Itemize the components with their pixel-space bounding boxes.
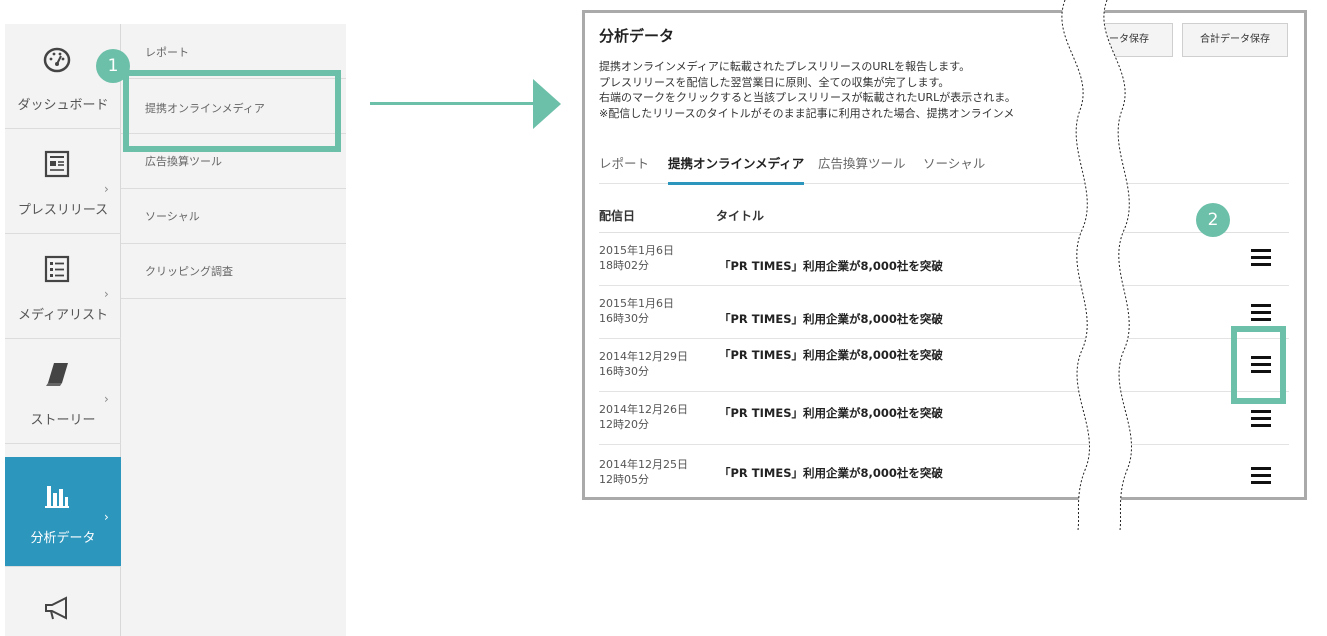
description-text: 提携オンラインメディアに転載されたプレスリリースのURLを報告します。 プレスリ… bbox=[599, 59, 1069, 121]
row-date: 2014年12月26日 bbox=[599, 403, 688, 416]
row-title[interactable]: 「PR TIMES」利用企業が8,000社を突破 bbox=[719, 311, 943, 327]
column-header-title: タイトル bbox=[716, 209, 765, 223]
dashboard-gauge-icon bbox=[43, 47, 71, 73]
sidebar-item-megaphone[interactable] bbox=[5, 567, 121, 636]
sidebar-item-story[interactable]: › ストーリー bbox=[5, 339, 121, 444]
row-date: 2015年1月6日 bbox=[599, 244, 674, 257]
newspaper-icon bbox=[44, 150, 70, 178]
description-line: 右端のマークをクリックすると当該プレスリリースが転載されたURLが表示されま。 bbox=[599, 91, 1016, 104]
row-title[interactable]: 「PR TIMES」利用企業が8,000社を突破 bbox=[719, 347, 943, 363]
row-time: 12時20分 bbox=[599, 418, 649, 431]
table-row: 2014年12月26日 12時20分 「PR TIMES」利用企業が8,000社… bbox=[599, 392, 1289, 445]
row-date: 2014年12月29日 bbox=[599, 350, 688, 363]
wave-break-divider bbox=[1061, 0, 1132, 530]
tab-report[interactable]: レポート bbox=[599, 153, 649, 172]
sidebar-item-label: プレスリリース bbox=[17, 203, 109, 218]
hamburger-menu-icon[interactable] bbox=[1251, 467, 1271, 484]
description-line: 提携オンラインメディアに転載されたプレスリリースのURLを報告します。 bbox=[599, 60, 971, 73]
step-marker-2: 2 bbox=[1196, 203, 1230, 237]
arrow-right-icon bbox=[370, 102, 540, 105]
row-time: 16時30分 bbox=[599, 365, 649, 378]
chevron-right-icon: › bbox=[104, 182, 109, 196]
total-data-save-button[interactable]: 合計データ保存 bbox=[1182, 23, 1288, 57]
sidebar-item-media-list[interactable]: › メディアリスト bbox=[5, 234, 121, 339]
highlight-box-partner-media bbox=[123, 70, 341, 152]
table-row: 2015年1月6日 16時30分 「PR TIMES」利用企業が8,000社を突… bbox=[599, 286, 1289, 339]
table-row: 2014年12月29日 16時30分 「PR TIMES」利用企業が8,000社… bbox=[599, 339, 1289, 392]
row-date: 2014年12月25日 bbox=[599, 458, 688, 471]
tab-social[interactable]: ソーシャル bbox=[923, 153, 985, 172]
submenu-item-label: レポート bbox=[145, 46, 189, 59]
row-title[interactable]: 「PR TIMES」利用企業が8,000社を突破 bbox=[719, 405, 943, 421]
list-icon bbox=[44, 255, 70, 283]
analytics-panel: 分析データ ータ保存 合計データ保存 提携オンラインメディアに転載されたプレスリ… bbox=[582, 10, 1307, 500]
column-header-date: 配信日 bbox=[599, 209, 636, 223]
hamburger-menu-icon[interactable] bbox=[1251, 249, 1271, 266]
book-icon bbox=[46, 363, 68, 386]
submenu-item-clipping[interactable]: クリッピング調査 bbox=[121, 244, 346, 299]
row-date: 2015年1月6日 bbox=[599, 297, 674, 310]
sidebar-item-analytics[interactable]: › 分析データ bbox=[5, 457, 121, 567]
megaphone-icon bbox=[45, 596, 67, 620]
step-marker-1: 1 bbox=[96, 49, 130, 83]
submenu-item-label: ソーシャル bbox=[145, 210, 200, 223]
tab-partner-media[interactable]: 提携オンラインメディア bbox=[668, 153, 805, 185]
sidebar-item-label: 分析データ bbox=[30, 531, 96, 546]
sidebar-item-label: メディアリスト bbox=[17, 308, 109, 323]
sidebar-item-label: ダッシュボード bbox=[17, 98, 109, 113]
table-row: 2015年1月6日 18時02分 「PR TIMES」利用企業が8,000社を突… bbox=[599, 233, 1289, 286]
page-title: 分析データ bbox=[599, 27, 675, 45]
row-time: 16時30分 bbox=[599, 312, 649, 325]
submenu-item-label: クリッピング調査 bbox=[145, 265, 233, 278]
sidebar-item-press-release[interactable]: › プレスリリース bbox=[5, 129, 121, 234]
tab-ad-conversion[interactable]: 広告換算ツール bbox=[818, 153, 906, 172]
chevron-right-icon: › bbox=[104, 510, 109, 524]
description-line: プレスリリースを配信した翌営業日に原則、全ての収集が完了します。 bbox=[599, 75, 950, 89]
bar-chart-icon bbox=[45, 486, 69, 508]
table-row: 2014年12月25日 12時05分 「PR TIMES」利用企業が8,000社… bbox=[599, 445, 1289, 497]
row-title[interactable]: 「PR TIMES」利用企業が8,000社を突破 bbox=[719, 465, 943, 481]
arrow-head-icon bbox=[533, 79, 561, 129]
row-time: 18時02分 bbox=[599, 259, 649, 272]
main-sidebar: ダッシュボード › プレスリリース › メディアリスト › ストーリー › 分析… bbox=[5, 24, 121, 636]
sidebar-item-label: ストーリー bbox=[30, 413, 96, 428]
chevron-right-icon: › bbox=[104, 287, 109, 301]
highlight-box-menu-icon bbox=[1231, 326, 1286, 404]
chevron-right-icon: › bbox=[104, 392, 109, 406]
hamburger-menu-icon[interactable] bbox=[1251, 410, 1271, 427]
hamburger-menu-icon[interactable] bbox=[1251, 304, 1271, 321]
row-title[interactable]: 「PR TIMES」利用企業が8,000社を突破 bbox=[719, 258, 943, 274]
row-time: 12時05分 bbox=[599, 473, 649, 486]
tab-bar: レポート 提携オンラインメディア 広告換算ツール ソーシャル bbox=[599, 151, 1289, 185]
submenu-item-social[interactable]: ソーシャル bbox=[121, 189, 346, 244]
submenu-item-label: 広告換算ツール bbox=[145, 155, 222, 168]
description-line: ※配信したリリースのタイトルがそのまま記事に利用された場合、提携オンラインメ bbox=[599, 106, 1015, 120]
